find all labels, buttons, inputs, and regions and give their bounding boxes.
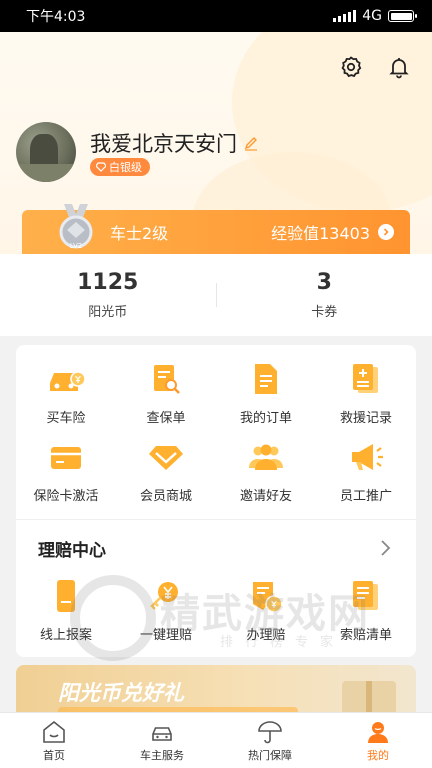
bottom-tab-bar: 首页 车主服务 热门保障 我的 xyxy=(0,712,432,768)
diamond-small-icon xyxy=(96,162,106,172)
tab-label: 首页 xyxy=(43,748,65,762)
claim-online-report[interactable]: 线上报案 xyxy=(16,576,116,654)
service-staff-promotion[interactable]: 员工推广 xyxy=(316,437,416,515)
section-title: 理赔中心 xyxy=(38,540,106,561)
person-icon xyxy=(368,721,388,743)
claims-grid: 线上报案 一键理赔 办理赔 索赔清单 xyxy=(16,576,416,654)
services-card: 买车险 查保单 我的订单 救援记录 保险卡激活 会员商城 邀请好友 员工推广 理… xyxy=(16,345,416,657)
claim-list[interactable]: 索赔清单 xyxy=(316,576,416,654)
rescue-record-icon xyxy=(346,359,386,399)
claim-label: 线上报案 xyxy=(39,628,92,643)
stat-sunshine-coins[interactable]: 1125 阳光币 xyxy=(0,254,216,336)
network-type: 4G xyxy=(362,8,382,24)
stat-value: 1125 xyxy=(77,270,139,295)
medal-text: LV2 xyxy=(70,242,82,250)
tab-home[interactable]: 首页 xyxy=(0,713,108,768)
status-bar: 下午4:03 4G xyxy=(0,0,432,32)
chevron-right-icon xyxy=(381,540,391,556)
service-label: 救援记录 xyxy=(339,411,392,426)
claims-center-header[interactable]: 理赔中心 xyxy=(16,520,416,576)
claim-label: 一键理赔 xyxy=(139,628,192,643)
service-label: 查保单 xyxy=(146,411,186,426)
yen-doc-icon xyxy=(246,576,286,616)
rank-label: 车士2级 xyxy=(110,224,169,243)
umbrella-icon xyxy=(258,720,282,743)
service-buy-insurance[interactable]: 买车险 xyxy=(16,359,116,437)
list-icon xyxy=(346,576,386,616)
service-check-policy[interactable]: 查保单 xyxy=(116,359,216,437)
status-right: 4G xyxy=(333,8,417,24)
service-rescue-records[interactable]: 救援记录 xyxy=(316,359,416,437)
service-card-activation[interactable]: 保险卡激活 xyxy=(16,437,116,515)
service-label: 员工推广 xyxy=(339,489,392,504)
megaphone-icon xyxy=(346,437,386,477)
claim-one-click[interactable]: 一键理赔 xyxy=(116,576,216,654)
username-text: 我爱北京天安门 xyxy=(90,132,237,156)
username[interactable]: 我爱北京天安门 xyxy=(90,128,259,158)
bell-icon[interactable] xyxy=(386,54,412,80)
service-label: 保险卡激活 xyxy=(33,489,99,504)
diamond-icon xyxy=(146,437,186,477)
member-level-label: 白银级 xyxy=(109,161,142,174)
signal-icon xyxy=(333,10,357,22)
tab-label: 热门保障 xyxy=(248,748,292,762)
friends-icon xyxy=(246,437,286,477)
experience[interactable]: 经验值13403 xyxy=(271,220,394,244)
status-time: 下午4:03 xyxy=(26,9,86,25)
stat-value: 3 xyxy=(316,270,332,295)
car-insurance-icon xyxy=(46,359,86,399)
member-level-badge[interactable]: 白银级 xyxy=(90,158,150,176)
stat-coupons[interactable]: 3 卡券 xyxy=(217,254,432,336)
claim-handle[interactable]: 办理赔 xyxy=(216,576,316,654)
settings-icon[interactable] xyxy=(338,54,364,80)
service-my-orders[interactable]: 我的订单 xyxy=(216,359,316,437)
banner-title: 阳光币兑好礼 xyxy=(58,681,184,705)
order-icon xyxy=(246,359,286,399)
service-label: 我的订单 xyxy=(239,411,292,426)
car-icon xyxy=(152,726,172,741)
profile-header: 我爱北京天安门 白银级 LV2 车士2级 经验值13403 xyxy=(0,32,432,254)
service-label: 会员商城 xyxy=(139,489,192,504)
tab-label: 车主服务 xyxy=(140,748,184,762)
claim-label: 索赔清单 xyxy=(339,628,392,643)
experience-text: 经验值13403 xyxy=(271,224,370,243)
phone-report-icon xyxy=(46,576,86,616)
avatar[interactable] xyxy=(16,122,76,182)
yen-key-icon xyxy=(146,576,186,616)
medal-icon: LV2 xyxy=(59,204,93,250)
service-member-mall[interactable]: 会员商城 xyxy=(116,437,216,515)
policy-search-icon xyxy=(146,359,186,399)
service-label: 邀请好友 xyxy=(239,489,292,504)
services-grid: 买车险 查保单 我的订单 救援记录 保险卡激活 会员商城 邀请好友 员工推广 xyxy=(16,345,416,515)
chevron-right-icon xyxy=(378,224,394,240)
tab-popular-coverage[interactable]: 热门保障 xyxy=(216,713,324,768)
claim-label: 办理赔 xyxy=(246,628,286,643)
edit-pencil-icon[interactable] xyxy=(243,135,259,151)
tab-mine[interactable]: 我的 xyxy=(324,713,432,768)
stat-label: 卡券 xyxy=(311,305,338,320)
home-icon xyxy=(43,720,65,743)
stat-label: 阳光币 xyxy=(88,305,128,320)
stats-row: 1125 阳光币 3 卡券 xyxy=(0,254,432,336)
card-icon xyxy=(46,437,86,477)
service-label: 买车险 xyxy=(46,411,86,426)
tab-label: 我的 xyxy=(367,748,389,762)
tab-car-service[interactable]: 车主服务 xyxy=(108,713,216,768)
battery-icon xyxy=(388,10,417,22)
service-invite-friends[interactable]: 邀请好友 xyxy=(216,437,316,515)
rank-bar[interactable]: LV2 车士2级 经验值13403 xyxy=(22,204,410,254)
